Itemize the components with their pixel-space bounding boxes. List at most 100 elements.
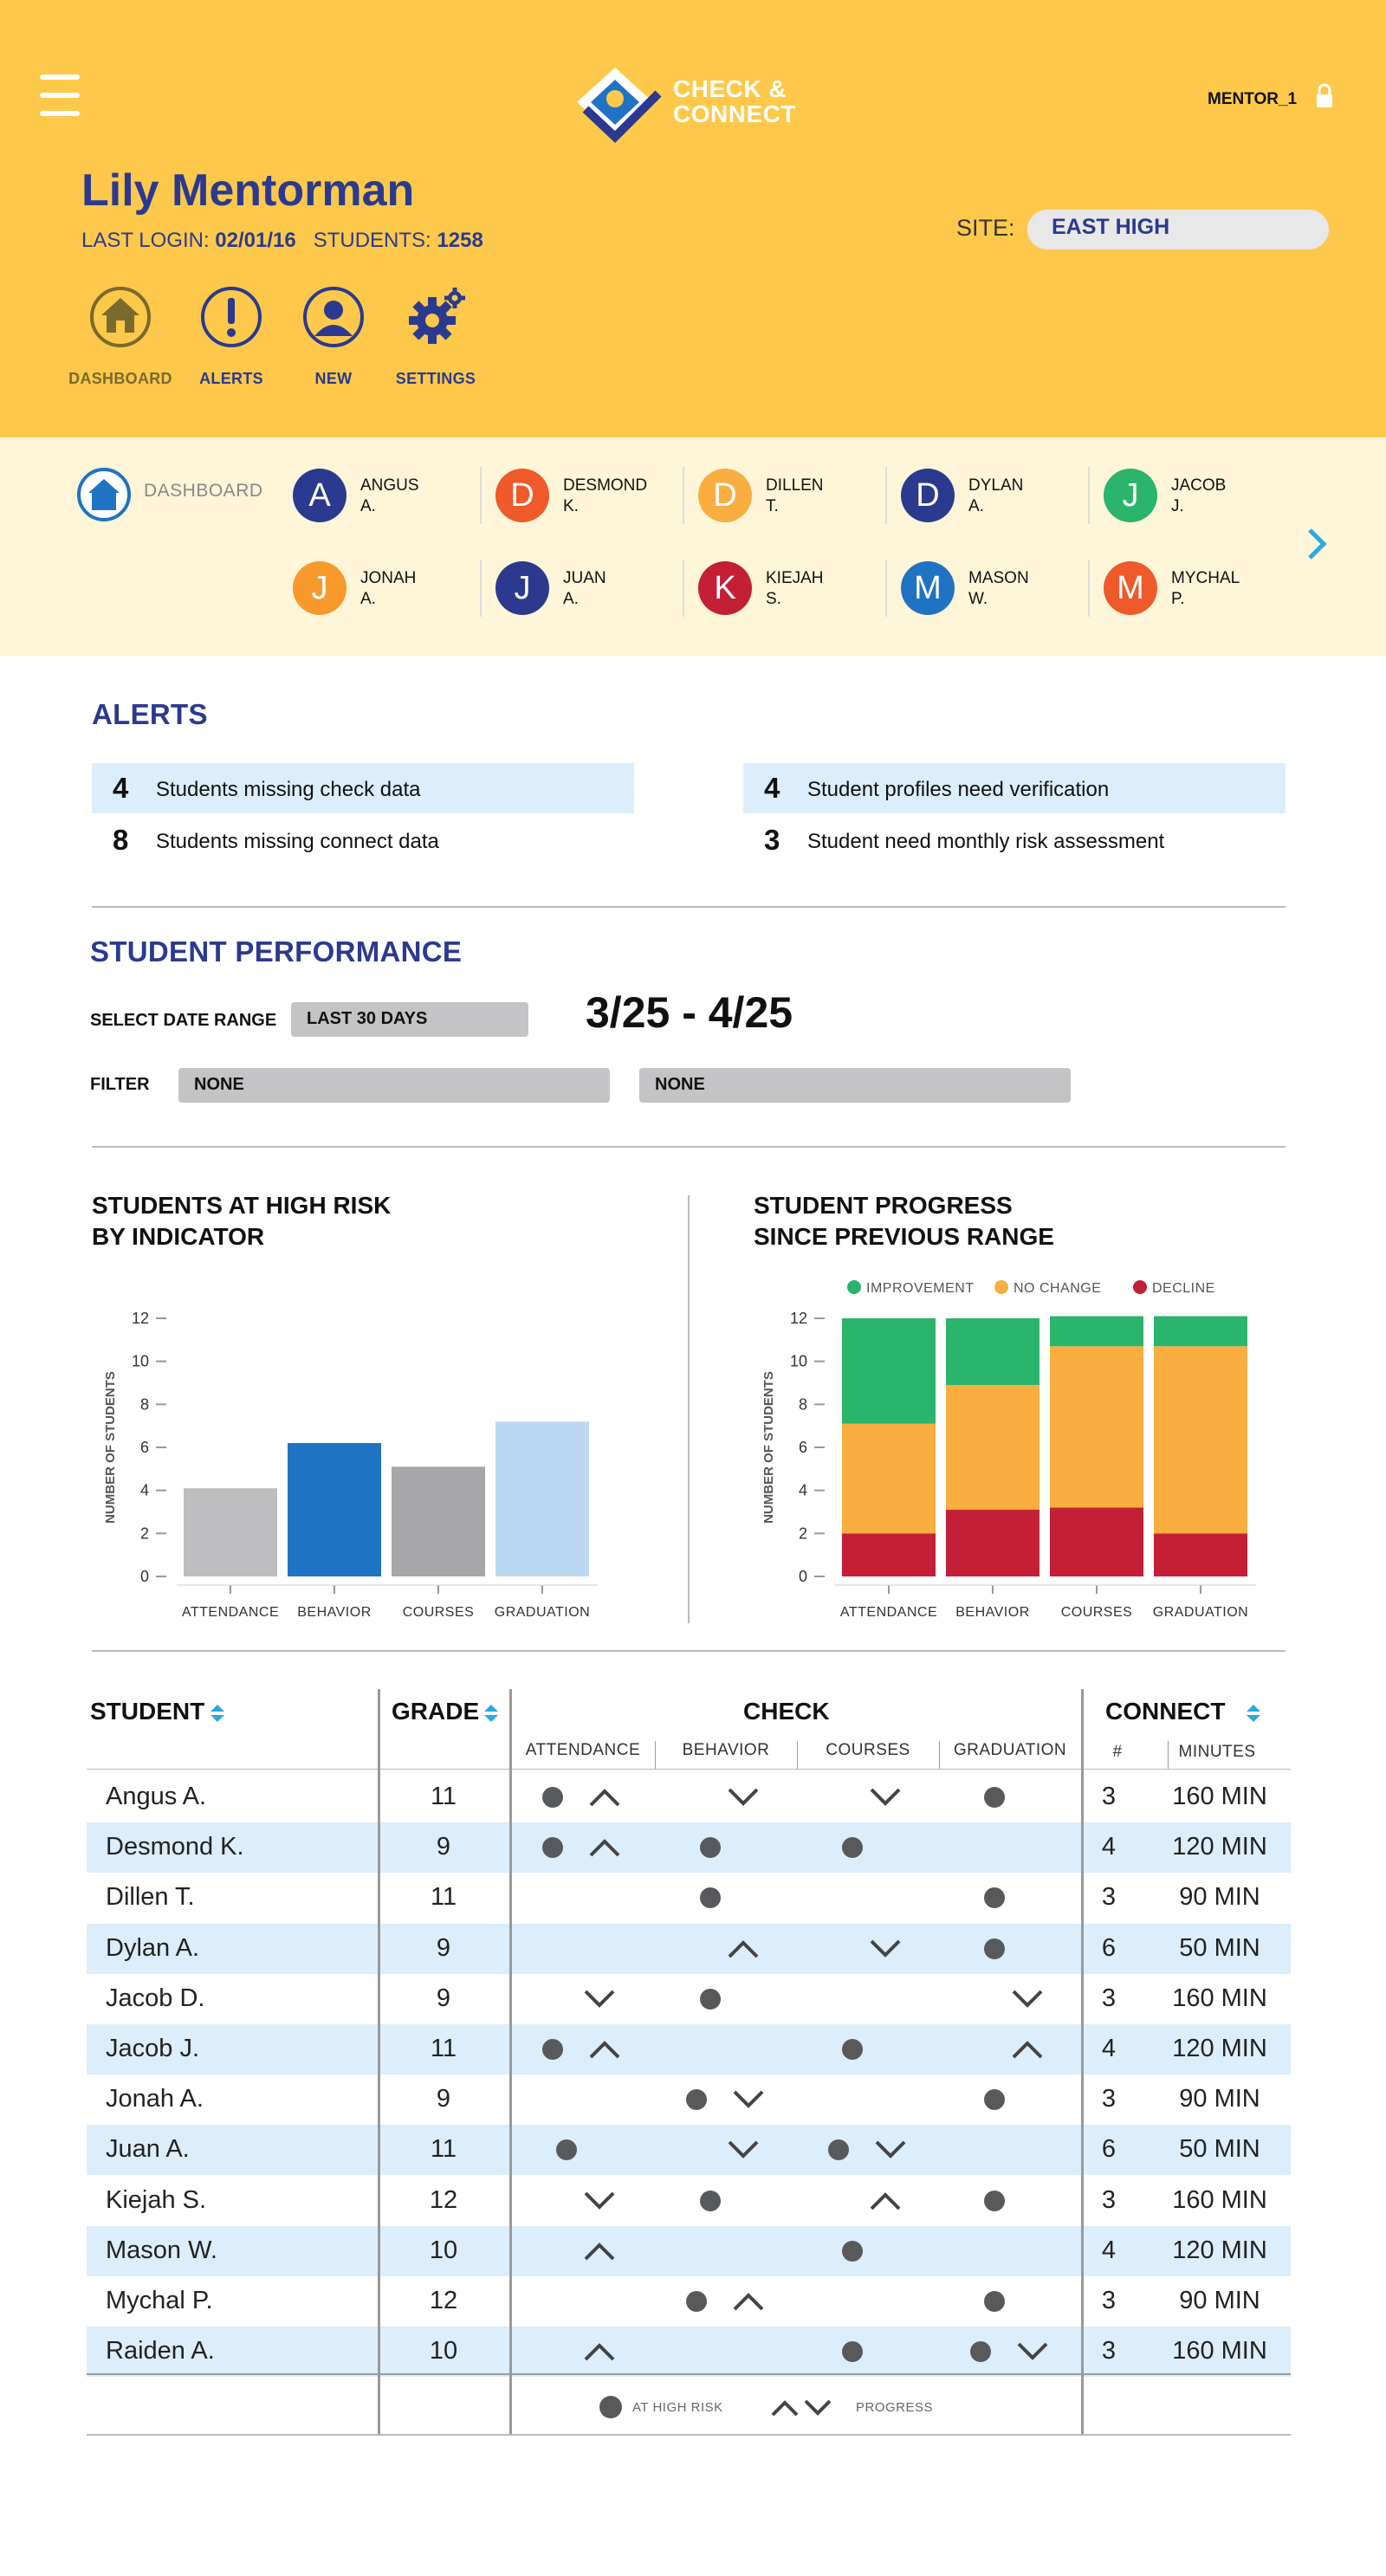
bar-segment [946, 1384, 1040, 1511]
nav-settings[interactable]: SETTINGS [379, 286, 492, 388]
table-row[interactable]: Mason W. 10 4 120 MIN [87, 2225, 1291, 2276]
student-chip[interactable]: M MYCHAL P. [1104, 561, 1294, 618]
sort-icon[interactable] [1246, 1703, 1261, 1724]
high-risk-indicator [828, 2139, 849, 2161]
connect-count: 3 [1101, 1984, 1117, 2012]
alert-item[interactable]: 3 Student need monthly risk assessment [743, 815, 1286, 865]
chevron-stroke [870, 2191, 901, 2210]
table-row[interactable]: Kiejah S. 12 3 160 MIN [87, 2176, 1291, 2226]
alert-item[interactable]: 4 Students missing check data [92, 763, 634, 813]
alerts-title: ALERTS [92, 698, 208, 730]
connect-minutes: 50 MIN [1179, 2135, 1260, 2164]
student-name[interactable]: Angus A. [106, 1783, 206, 1811]
sort-icon[interactable] [210, 1703, 225, 1724]
student-chip[interactable]: D DESMOND K. [495, 469, 686, 526]
student-name[interactable]: Raiden A. [106, 2337, 215, 2366]
bar-segment [946, 1510, 1040, 1576]
nav-new[interactable]: NEW [277, 286, 390, 388]
student-name[interactable]: Mychal P. [106, 2287, 213, 2315]
avatar: M [901, 561, 955, 615]
legend-swatch [994, 1280, 1008, 1294]
table-row[interactable]: Jacob D. 9 3 160 MIN [87, 1974, 1291, 2024]
student-chip[interactable]: J JONAH A. [293, 561, 483, 618]
student-name[interactable]: Jonah A. [106, 2085, 204, 2113]
student-chip[interactable]: M MASON W. [901, 561, 1091, 618]
student-chip[interactable]: J JUAN A. [495, 561, 686, 618]
high-risk-indicator [984, 2190, 1005, 2211]
progress-stacked-chart: NUMBER OF STUDENTS 0 2 4 6 8 10 12 ATTENDANCE BEH… [761, 1280, 1256, 1620]
divider [885, 560, 887, 617]
student-last-initial: S. [766, 590, 781, 608]
high-risk-indicator [984, 1787, 1005, 1808]
connect-count: 4 [1101, 1833, 1117, 1861]
chevron-right-icon[interactable] [1303, 525, 1331, 563]
chart1-title: STUDENTS AT HIGH RISK BY INDICATOR [92, 1190, 391, 1252]
y-tick-label: 0 [140, 1568, 149, 1585]
y-tick-label: 0 [799, 1568, 807, 1585]
high-risk-indicator [842, 2341, 863, 2363]
student-table: STUDENT GRADE CHECK CONNECT ATTENDANCE B… [87, 1689, 1291, 2443]
table-row[interactable]: Juan A. 11 6 50 MIN [87, 2125, 1291, 2176]
nav-alerts[interactable]: ALERTS [175, 286, 288, 388]
student-name[interactable]: Jacob J. [106, 2035, 199, 2063]
student-name[interactable]: Mason W. [106, 2236, 217, 2265]
student-name[interactable]: Desmond K. [106, 1833, 244, 1861]
sort-icon[interactable] [483, 1703, 499, 1724]
connect-minutes: 160 MIN [1172, 1783, 1267, 1810]
avatar: J [1104, 469, 1157, 522]
student-chip[interactable]: K KIEJAH S. [698, 561, 889, 618]
lock-icon[interactable] [1315, 83, 1334, 109]
chevron-stroke [584, 2242, 615, 2261]
nav-dashboard[interactable]: DASHBOARD [64, 286, 177, 388]
filter-select-1[interactable]: NONE [178, 1068, 610, 1103]
chevron-stroke [870, 1939, 901, 1958]
avatar: J [495, 561, 549, 615]
student-chip[interactable]: D DILLEN T. [698, 469, 889, 526]
date-range-select[interactable]: LAST 30 DAYS [291, 1002, 528, 1037]
y-tick-label: 8 [140, 1395, 149, 1413]
table-row[interactable]: Jonah A. 9 3 90 MIN [87, 2074, 1291, 2125]
alert-item[interactable]: 4 Student profiles need verification [743, 763, 1286, 813]
student-name[interactable]: Dylan A. [106, 1934, 199, 1963]
high-risk-indicator [984, 1887, 1005, 1909]
student-name[interactable]: Dillen T. [106, 1883, 195, 1912]
divider [87, 2434, 1291, 2436]
table-row[interactable]: Angus A. 11 3 160 MIN [87, 1772, 1291, 1822]
filter-select-2[interactable]: NONE [639, 1068, 1071, 1103]
chevron-down-icon [870, 1788, 901, 1806]
menu-icon[interactable] [40, 74, 80, 123]
alert-text: Student need monthly risk assessment [807, 830, 1165, 853]
col-student[interactable]: STUDENT [90, 1698, 204, 1725]
alert-item[interactable]: 8 Students missing connect data [92, 815, 634, 865]
site-select[interactable]: EAST HIGH [1027, 210, 1329, 249]
table-row[interactable]: Dillen T. 11 3 90 MIN [87, 1873, 1291, 1923]
student-name[interactable]: Jacob D. [106, 1984, 204, 2013]
col-grade[interactable]: GRADE [392, 1698, 479, 1725]
last-login-label: LAST LOGIN: [81, 229, 210, 252]
grade-value: 11 [430, 2135, 457, 2164]
student-chip[interactable]: D DYLAN A. [901, 469, 1091, 526]
student-name[interactable]: Kiejah S. [106, 2186, 206, 2215]
x-tick-label: BEHAVIOR [297, 1605, 372, 1620]
table-row[interactable]: Raiden A. 10 3 160 MIN [87, 2327, 1291, 2378]
divider [480, 560, 482, 617]
high-risk-indicator [686, 2089, 707, 2111]
student-chip[interactable]: A ANGUS A. [293, 469, 483, 526]
table-row[interactable]: Desmond K. 9 4 120 MIN [87, 1822, 1291, 1874]
chevron-stroke [584, 2191, 615, 2210]
avatar: D [698, 469, 752, 522]
students-count: 1258 [437, 229, 483, 252]
table-row[interactable]: Dylan A. 9 6 50 MIN [87, 1923, 1291, 1974]
table-row[interactable]: Mychal P. 12 3 90 MIN [87, 2276, 1291, 2327]
table-row[interactable]: Jacob J. 11 4 120 MIN [87, 2024, 1291, 2074]
chart1-title-line1: STUDENTS AT HIGH RISK [92, 1192, 392, 1219]
connect-count: 6 [1101, 1933, 1117, 1962]
account-name[interactable]: MENTOR_1 [1208, 90, 1297, 109]
student-chip[interactable]: J JACOB J. [1104, 469, 1294, 526]
student-name[interactable]: Juan A. [106, 2135, 190, 2164]
alert-count: 8 [113, 824, 129, 856]
legend-progress: PROGRESS [856, 2400, 934, 2415]
x-tick-label: GRADUATION [495, 1605, 590, 1620]
logo[interactable]: CHECK & CONNECT [573, 64, 807, 144]
col-check: CHECK [743, 1698, 830, 1725]
